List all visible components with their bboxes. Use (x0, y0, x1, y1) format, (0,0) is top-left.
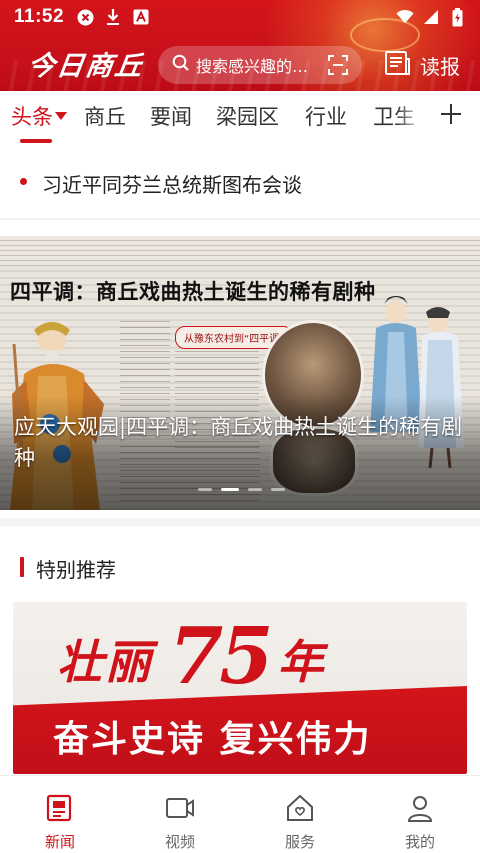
bullet-dot (20, 178, 27, 185)
nav-video[interactable]: 视频 (120, 776, 240, 853)
promo-slogan: 奋斗史诗 复兴伟力 (53, 718, 372, 760)
video-icon (165, 793, 195, 823)
signal-icon (422, 8, 440, 26)
promo-number: 75 (169, 611, 274, 702)
caret-down-icon (55, 112, 67, 120)
top-bar: 今日商丘 搜索感兴趣的… 读报 (0, 40, 480, 90)
section-marker (20, 557, 24, 577)
app-logo[interactable]: 今日商丘 (25, 44, 147, 84)
promo-word-zhuangli: 壮丽 (57, 635, 153, 689)
text-a-icon (132, 8, 150, 26)
read-newspaper-button[interactable]: 读报 (384, 48, 460, 82)
active-tab-indicator (20, 139, 52, 143)
read-newspaper-label: 读报 (420, 54, 460, 79)
add-channel-button[interactable] (436, 99, 466, 133)
bottom-navigation: 新闻 视频 服务 我的 (0, 775, 480, 853)
search-placeholder: 搜索感兴趣的… (196, 57, 309, 76)
profile-icon (405, 793, 435, 823)
section-title: 特别推荐 (36, 558, 116, 582)
channel-tabs: 头条 商丘 要闻 梁园区 行业 卫生 (0, 91, 480, 147)
search-icon (172, 54, 190, 76)
newspaper-icon (384, 50, 410, 80)
download-icon (104, 8, 122, 26)
tab-shangqiu[interactable]: 商丘 (84, 101, 126, 131)
promo-word-nian: 年 (277, 635, 326, 689)
nav-label: 我的 (404, 833, 435, 851)
nav-label: 新闻 (44, 833, 75, 851)
headline-text: 习近平同芬兰总统斯图布会谈 (42, 173, 302, 197)
tab-label: 头条 (11, 105, 53, 129)
app-header: 11:52 今日商丘 搜索感兴趣的… 读报 (0, 0, 480, 91)
tabs-fade (396, 91, 430, 147)
promo-banner[interactable]: 壮丽 75 年 奋斗史诗 复兴伟力 (13, 602, 467, 774)
banner-caption: 应天大观园|四平调：商丘戏曲热土诞生的稀有剧种 (14, 415, 463, 470)
tab-liangyuan[interactable]: 梁园区 (216, 101, 279, 131)
tab-hangye[interactable]: 行业 (305, 101, 347, 131)
newspaper-top-text (0, 236, 480, 266)
news-icon (45, 793, 75, 823)
tab-yaowen[interactable]: 要闻 (150, 101, 192, 131)
search-input[interactable]: 搜索感兴趣的… (158, 46, 362, 84)
headline-item[interactable]: 习近平同芬兰总统斯图布会谈 (0, 160, 480, 206)
pager-dot (248, 488, 262, 491)
nav-profile[interactable]: 我的 (360, 776, 480, 853)
nav-news[interactable]: 新闻 (0, 776, 120, 853)
divider (0, 218, 480, 220)
nav-service[interactable]: 服务 (240, 776, 360, 853)
nav-label: 视频 (164, 833, 195, 851)
banner-pager (198, 488, 285, 491)
section-gap (0, 518, 480, 526)
plus-icon (440, 103, 462, 129)
tab-toutiao[interactable]: 头条 (11, 101, 67, 131)
scan-icon[interactable] (328, 55, 348, 75)
pager-dot-active (221, 488, 239, 491)
banner-image-headline: 四平调：商丘戏曲热土诞生的稀有剧种 (10, 280, 376, 304)
pager-dot (198, 488, 212, 491)
promo-headline: 壮丽 75 年 (57, 618, 326, 696)
featured-banner[interactable]: 四平调：商丘戏曲热土诞生的稀有剧种 从豫东农村到“四平调” 应天大观园|四平调：… (0, 236, 480, 510)
pager-dot (271, 488, 285, 491)
status-time: 11:52 (14, 6, 65, 27)
status-bar: 11:52 (0, 0, 480, 34)
close-circle-icon (76, 8, 94, 26)
battery-icon (448, 7, 466, 26)
wifi-icon (396, 8, 414, 26)
service-home-icon (285, 793, 315, 823)
nav-label: 服务 (284, 833, 315, 851)
